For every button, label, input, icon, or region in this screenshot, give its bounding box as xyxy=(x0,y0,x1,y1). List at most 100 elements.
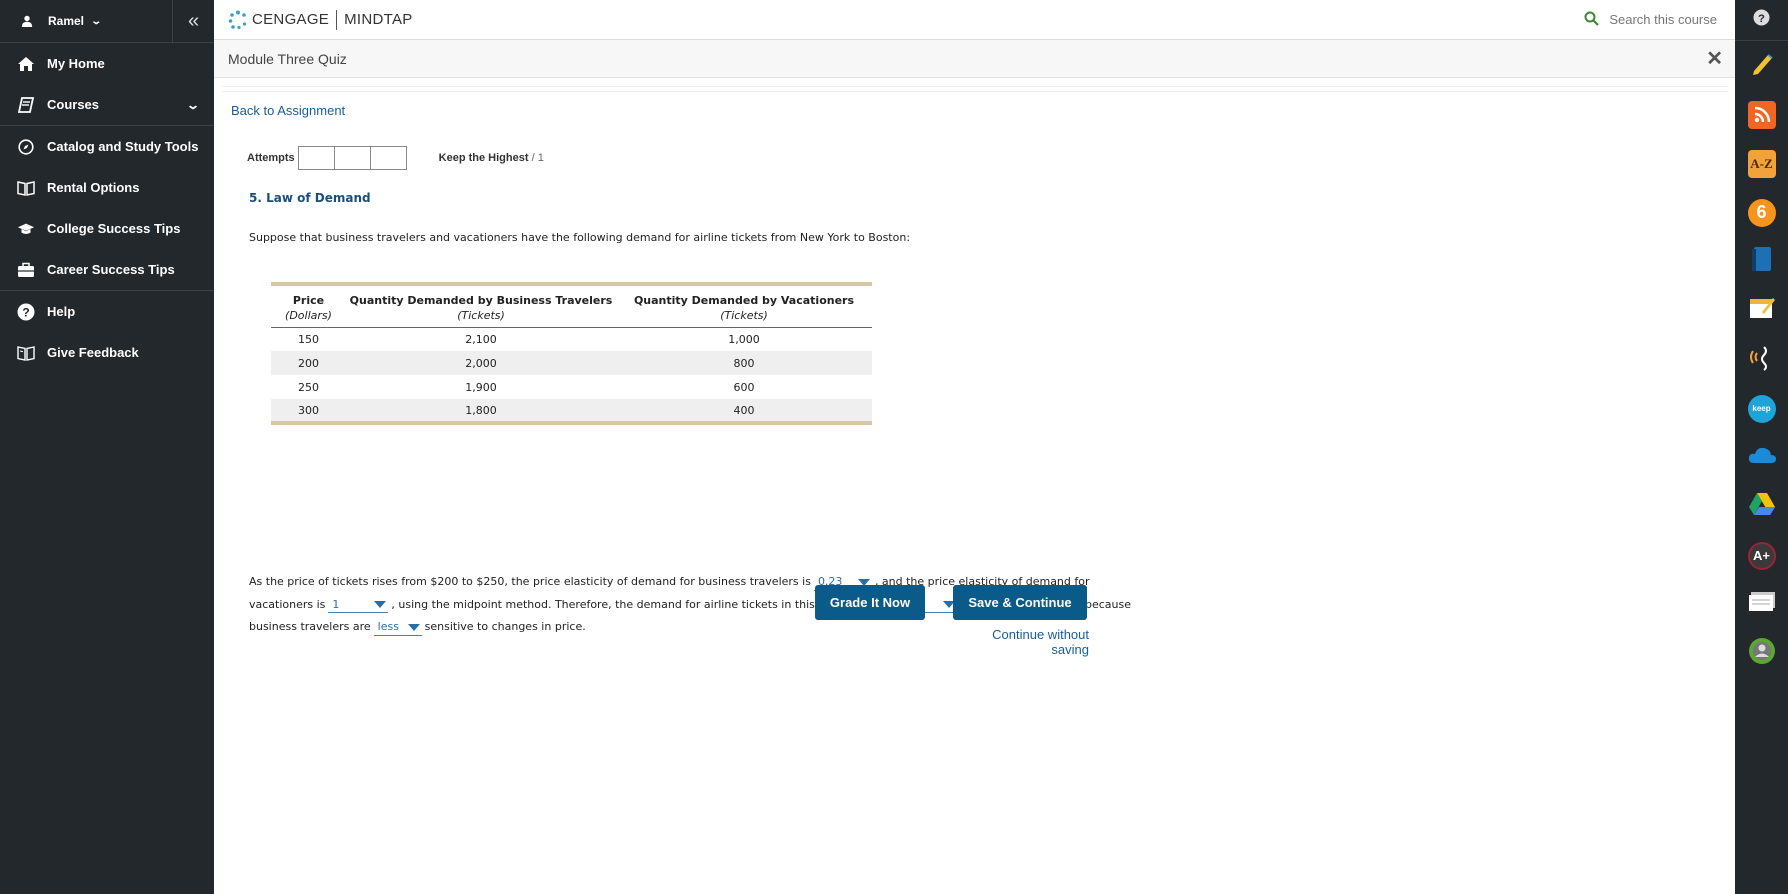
question-icon: ? xyxy=(1753,9,1770,31)
table-header: Price xyxy=(292,294,325,307)
table-row: 250 1,900 600 xyxy=(271,375,872,399)
book-icon xyxy=(17,96,35,114)
sidebar-item-rental-options[interactable]: Rental Options xyxy=(0,167,214,208)
search-icon xyxy=(1584,11,1600,29)
demand-table: Price Quantity Demanded by Business Trav… xyxy=(271,282,872,425)
sidebar: Ramel ⌄ « My Home Courses ⌄ Catalog and … xyxy=(0,0,214,894)
keep-highest-value: / 1 xyxy=(531,152,544,164)
collapse-sidebar-button[interactable]: « xyxy=(172,0,214,43)
sidebar-item-give-feedback[interactable]: Give Feedback xyxy=(0,332,214,373)
dock-rss[interactable] xyxy=(1735,90,1788,139)
attempts-label: Attempts xyxy=(247,152,295,164)
dock-aplia[interactable]: A+ xyxy=(1735,531,1788,580)
top-header: CENGAGE MINDTAP Search this course xyxy=(214,0,1735,40)
double-chevron-left-icon: « xyxy=(187,9,200,32)
attempt-box xyxy=(369,146,407,170)
google-drive-icon xyxy=(1748,491,1776,522)
notes-icon xyxy=(1748,295,1776,326)
continue-without-saving-link[interactable]: Continue without saving xyxy=(953,627,1089,657)
table-cell: 400 xyxy=(616,399,872,423)
svg-text:?: ? xyxy=(1758,13,1765,25)
chevron-down-icon: ⌄ xyxy=(185,97,201,112)
pencil-icon xyxy=(1748,49,1776,82)
compass-icon xyxy=(17,138,35,156)
caret-down-icon xyxy=(407,623,420,631)
user-menu[interactable]: Ramel ⌄ xyxy=(0,0,172,43)
sidebar-item-label: Help xyxy=(47,304,76,319)
dropdown-value: 1 xyxy=(332,597,340,611)
cengage-logo-icon xyxy=(228,10,248,30)
feedback-icon xyxy=(17,344,35,362)
table-row: 200 2,000 800 xyxy=(271,351,872,375)
table-subheader: (Tickets) xyxy=(616,307,872,328)
dock-pencil[interactable] xyxy=(1735,41,1788,90)
dictionary-az-icon: A-Z xyxy=(1747,149,1776,178)
sidebar-item-my-home[interactable]: My Home xyxy=(0,43,214,84)
table-row: 150 2,100 1,000 xyxy=(271,327,872,351)
onedrive-cloud-icon xyxy=(1747,444,1777,471)
table-cell: 200 xyxy=(271,351,346,375)
table-row: 300 1,800 400 xyxy=(271,399,872,423)
profile-circle-icon xyxy=(1747,636,1777,671)
dock-dictionary[interactable]: A-Z xyxy=(1735,139,1788,188)
paragraph-text: As the price of tickets rises from $200 … xyxy=(249,575,811,588)
dropdown-value: less xyxy=(377,620,399,633)
rss-icon xyxy=(1747,100,1776,129)
dock-notes[interactable] xyxy=(1735,286,1788,335)
sidebar-item-label: Rental Options xyxy=(47,180,140,195)
dock-flashcards[interactable] xyxy=(1735,580,1788,629)
divider xyxy=(222,86,1728,92)
keep-highest: Keep the Highest / 1 xyxy=(439,152,544,164)
table-cell: 300 xyxy=(271,399,346,423)
table-subheader: (Dollars) xyxy=(271,307,346,328)
table-cell: 1,000 xyxy=(728,332,760,346)
dock-onedrive[interactable] xyxy=(1735,433,1788,482)
readspeaker-icon xyxy=(1748,343,1776,376)
table-header: Quantity Demanded by Vacationers xyxy=(633,294,855,307)
sidebar-item-help[interactable]: ? Help xyxy=(0,291,214,332)
dock-ebook[interactable] xyxy=(1735,237,1788,286)
module-bar: Module Three Quiz ✕ xyxy=(214,40,1735,78)
table-cell: 1,900 xyxy=(465,380,497,394)
ebook-icon xyxy=(1749,245,1775,278)
svg-text:?: ? xyxy=(22,305,29,319)
table-cell: 800 xyxy=(616,351,872,375)
dock-six[interactable]: 6 xyxy=(1735,188,1788,237)
elasticity-vacationers-dropdown[interactable]: 1 xyxy=(328,597,389,613)
sidebar-item-catalog[interactable]: Catalog and Study Tools xyxy=(0,126,214,167)
sidebar-item-college-success[interactable]: College Success Tips xyxy=(0,208,214,249)
dock-kaltura[interactable]: keep xyxy=(1735,384,1788,433)
back-to-assignment-link[interactable]: Back to Assignment xyxy=(231,103,345,118)
aplia-icon: A+ xyxy=(1747,541,1776,570)
table-cell: 1,800 xyxy=(346,399,616,423)
grade-it-now-button[interactable]: Grade It Now xyxy=(815,585,925,620)
user-name: Ramel xyxy=(48,14,85,28)
close-icon[interactable]: ✕ xyxy=(1706,46,1723,71)
attempt-box xyxy=(333,146,371,170)
table-cell: 2,100 xyxy=(465,332,497,346)
attempts-boxes xyxy=(297,146,407,170)
search-course[interactable]: Search this course xyxy=(1584,11,1717,29)
dock-readspeaker[interactable] xyxy=(1735,335,1788,384)
dock-google-drive[interactable] xyxy=(1735,482,1788,531)
sensitivity-dropdown[interactable]: less xyxy=(373,620,422,636)
briefcase-icon xyxy=(17,261,35,279)
table-subheader: (Tickets) xyxy=(346,307,616,328)
keep-highest-label: Keep the Highest xyxy=(438,152,529,164)
caret-down-icon xyxy=(374,601,387,608)
module-title: Module Three Quiz xyxy=(228,50,347,67)
cengage-mindtap-logo[interactable]: CENGAGE MINDTAP xyxy=(228,9,413,30)
sidebar-item-label: Give Feedback xyxy=(47,345,139,360)
dock-profile[interactable] xyxy=(1735,629,1788,678)
sidebar-item-label: College Success Tips xyxy=(47,221,181,236)
save-and-continue-button[interactable]: Save & Continue xyxy=(953,585,1087,620)
question-text: Suppose that business travelers and vaca… xyxy=(249,231,911,244)
sidebar-item-label: Courses xyxy=(47,97,100,112)
attempt-box xyxy=(297,146,335,170)
table-cell: 600 xyxy=(733,380,755,394)
sidebar-item-courses[interactable]: Courses ⌄ xyxy=(0,84,214,125)
user-icon xyxy=(20,14,34,28)
search-input[interactable]: Search this course xyxy=(1609,12,1717,27)
sidebar-item-career-success[interactable]: Career Success Tips xyxy=(0,249,214,290)
help-button[interactable]: ? xyxy=(1735,0,1788,41)
